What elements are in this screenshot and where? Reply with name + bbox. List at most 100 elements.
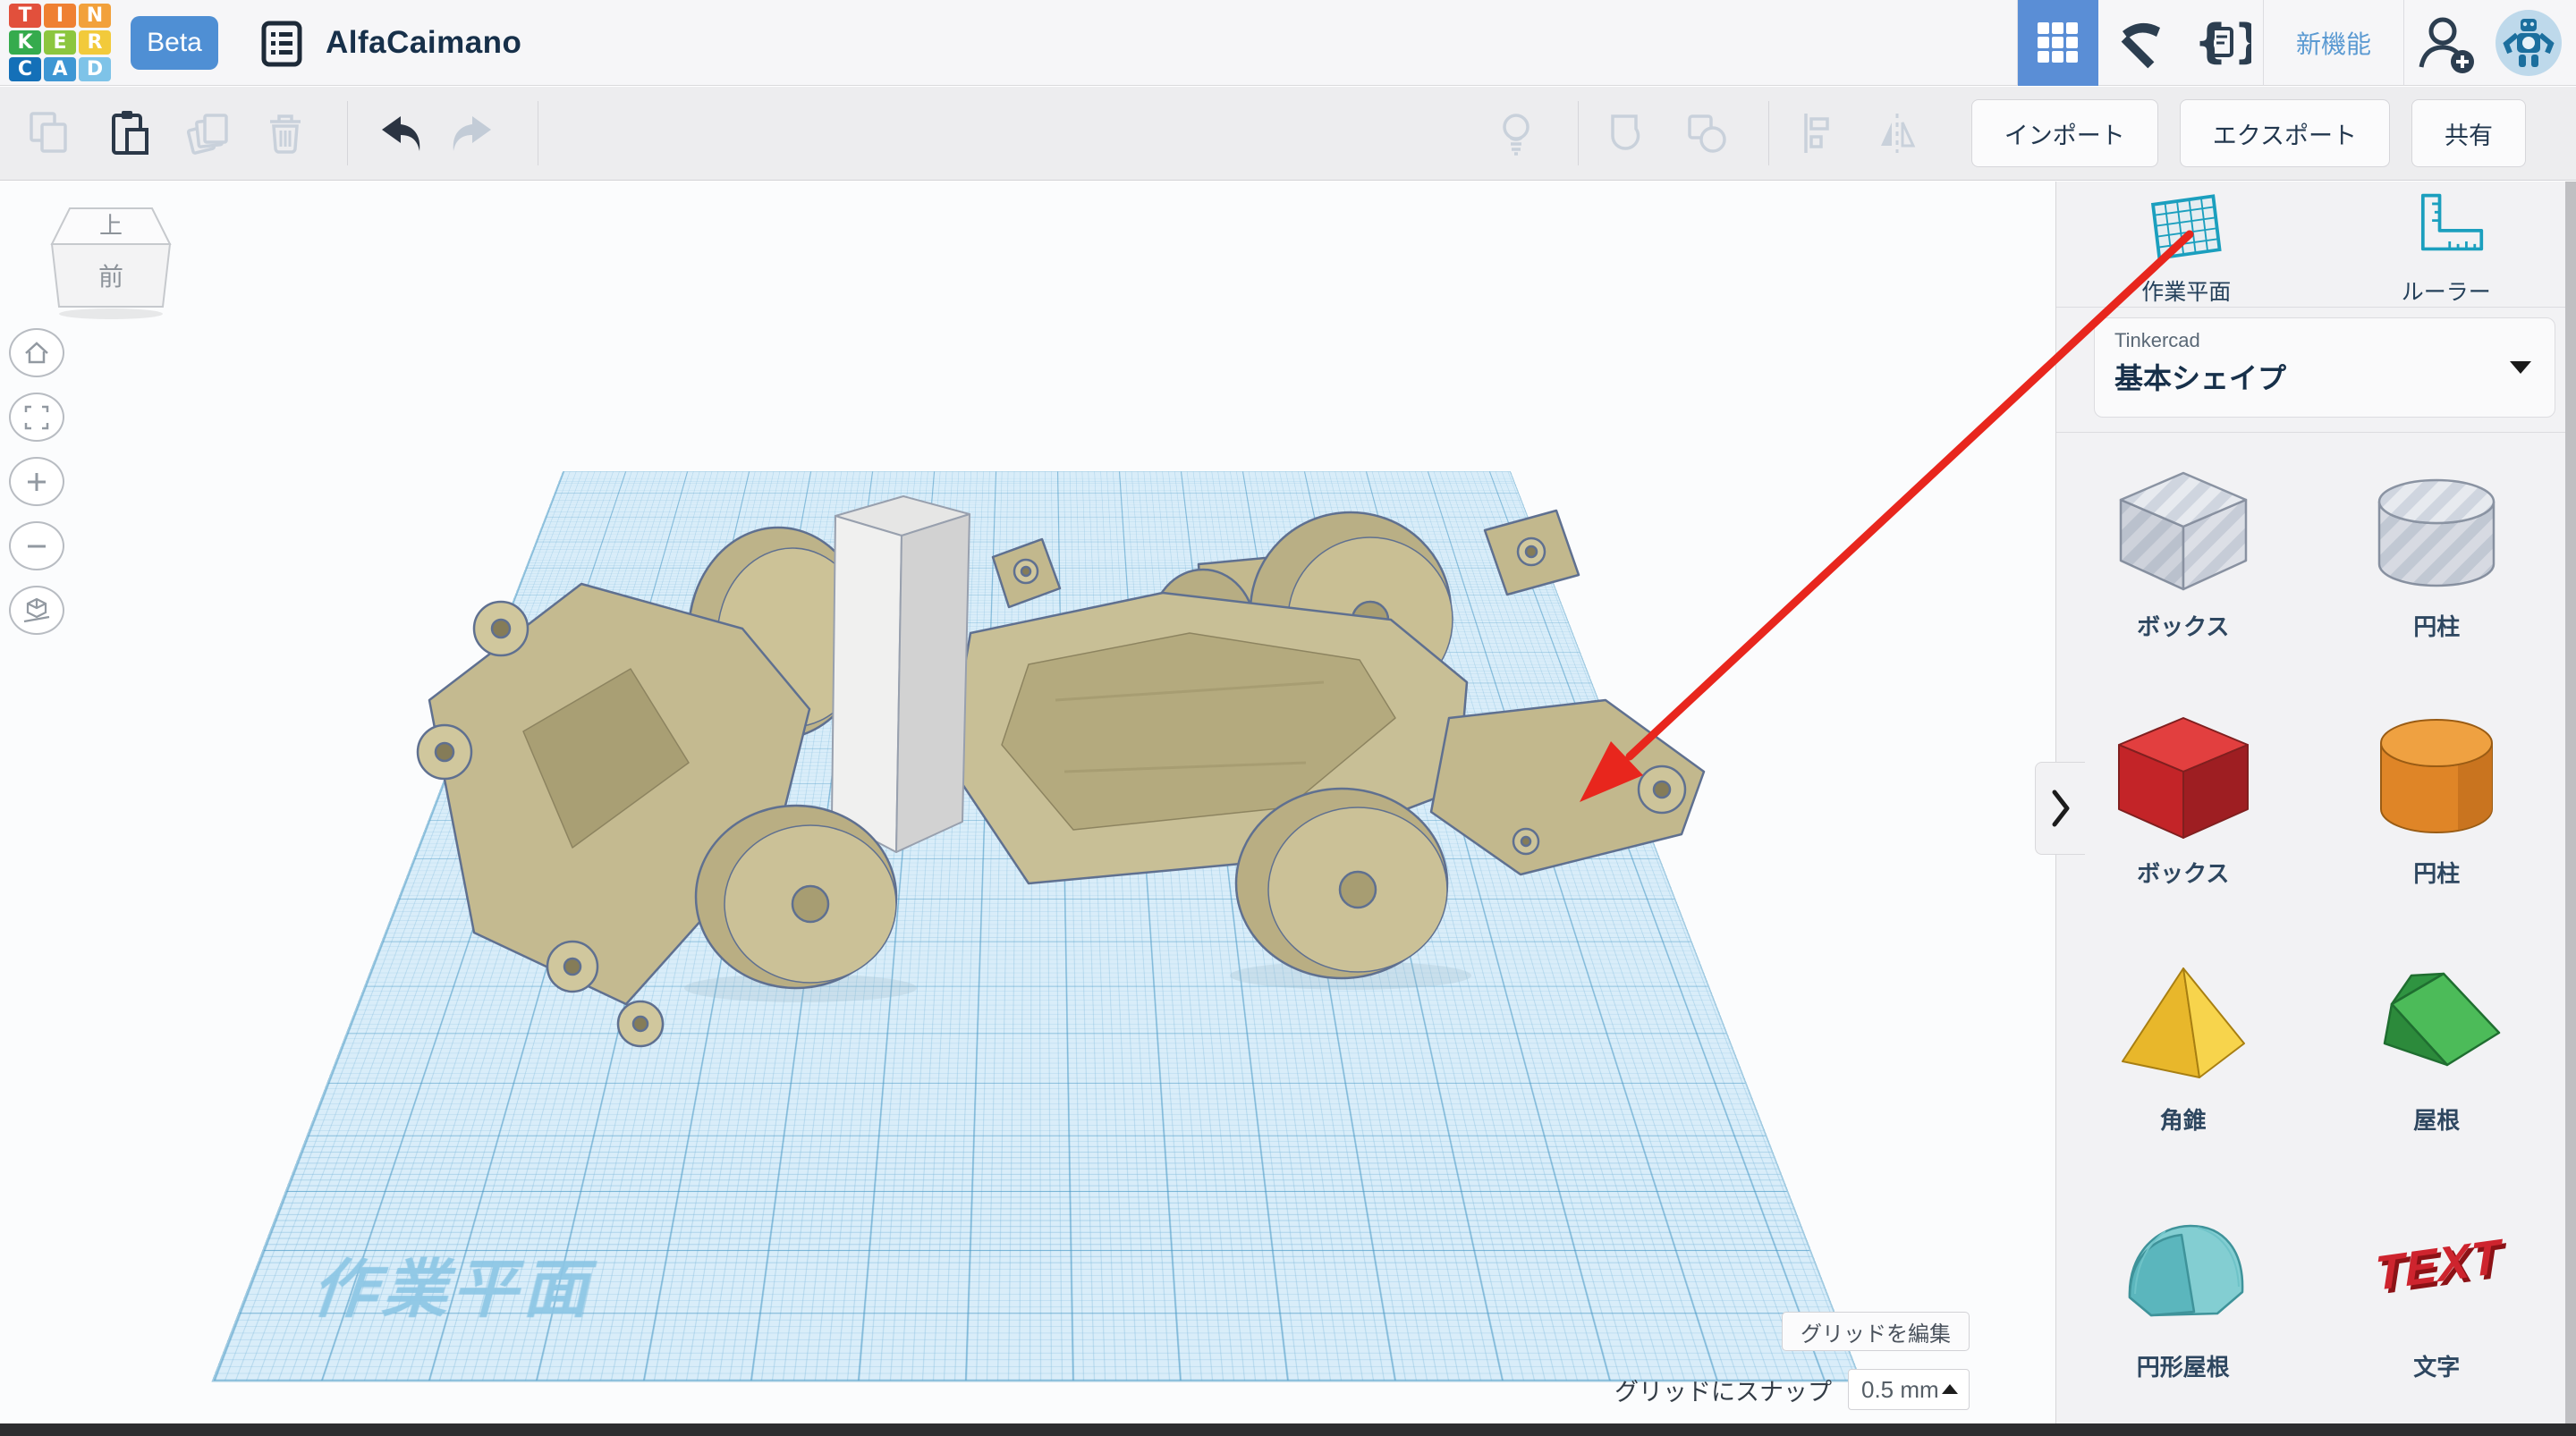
shape-label: 円柱 [2413, 856, 2460, 889]
box-hole-icon [2112, 464, 2255, 598]
redo-icon [450, 107, 502, 159]
tinkercad-logo[interactable]: TINKERCAD [9, 4, 111, 81]
edit-grid-button[interactable]: グリッドを編集 [1782, 1312, 1970, 1351]
group-icon [1602, 107, 1654, 159]
tinker-mode-button[interactable] [2098, 0, 2181, 86]
shape-cylinder[interactable]: 円柱 [2365, 688, 2508, 934]
robot-avatar-icon [2499, 13, 2558, 72]
workplane-tool[interactable]: 作業平面 [2056, 190, 2317, 307]
ungroup-icon [1681, 107, 1733, 159]
snap-value: 0.5 mm [1861, 1376, 1939, 1404]
svg-text:}: } [2233, 16, 2251, 69]
export-button[interactable]: エクスポート [2180, 99, 2390, 167]
shape-roof[interactable]: 屋根 [2365, 934, 2508, 1181]
new-features-link[interactable]: 新機能 [2264, 25, 2403, 61]
shape-gallery: ボックス 円柱 [2056, 441, 2563, 1423]
divider [1768, 101, 1769, 165]
home-icon [21, 337, 53, 369]
snap-to-grid-label: グリッドにスナップ [1614, 1373, 1832, 1407]
category-name: 基本シェイプ [2114, 356, 2535, 397]
bottom-edge-bar [0, 1423, 2576, 1436]
app-header: TINKERCAD Beta AlfaCaimano [0, 0, 2576, 86]
shape-label: ボックス [2137, 856, 2229, 889]
ruler-icon [2403, 190, 2489, 267]
chevron-down-icon [2510, 361, 2531, 374]
tips-button[interactable] [1490, 107, 1542, 159]
beta-button[interactable]: Beta [131, 16, 218, 70]
logo-tile: A [44, 57, 76, 81]
align-button[interactable] [1792, 107, 1844, 159]
document-title: AlfaCaimano [326, 25, 521, 61]
mirror-icon [1872, 108, 1922, 158]
logo-tile: R [79, 30, 111, 55]
copy-icon [24, 108, 74, 158]
ruler-tool-label: ルーラー [2402, 275, 2491, 307]
lightbulb-icon [1491, 108, 1541, 158]
workplane-grid-icon [2143, 190, 2229, 267]
model-scene[interactable] [0, 182, 2055, 1423]
duplicate-button[interactable] [181, 107, 233, 159]
caret-up-icon [1942, 1384, 1958, 1394]
shape-box-hole[interactable]: ボックス [2112, 441, 2255, 688]
perspective-toggle-button[interactable] [9, 586, 64, 635]
group-button[interactable] [1602, 107, 1654, 159]
pickaxe-icon [2112, 15, 2167, 71]
undo-button[interactable] [371, 107, 423, 159]
white-box [832, 496, 970, 852]
plus-icon [21, 466, 53, 498]
mirror-button[interactable] [1871, 107, 1923, 159]
viewport-3d[interactable]: 作業平面 [0, 182, 2055, 1423]
shape-box[interactable]: ボックス [2112, 688, 2255, 934]
codeblocks-button[interactable]: { } [2181, 0, 2263, 86]
sidebar-tools-row: 作業平面 ルーラー [2056, 182, 2576, 307]
paste-button[interactable] [102, 107, 154, 159]
shape-pyramid[interactable]: 角錐 [2112, 934, 2255, 1181]
perspective-cube-icon [21, 595, 53, 627]
sidebar-collapse-tab[interactable] [2035, 762, 2085, 855]
shape-round-roof[interactable]: 円形屋根 [2112, 1181, 2255, 1423]
design-list-icon[interactable] [259, 18, 306, 68]
shapes-sidebar: 作業平面 ルーラー Tinkercad 基本シェイプ [2055, 182, 2576, 1423]
fit-view-icon [21, 401, 53, 434]
shape-text[interactable]: TEXT TEXT 文字 [2365, 1181, 2508, 1423]
snap-value-select[interactable]: 0.5 mm [1848, 1369, 1970, 1410]
shape-category-dropdown[interactable]: Tinkercad 基本シェイプ [2094, 317, 2555, 418]
logo-tile: K [9, 30, 41, 55]
model-arm-right [1431, 700, 1704, 874]
header-right-group: { } 新機能 [2017, 0, 2576, 85]
view-cube-top-label: 上 [99, 212, 123, 239]
undo-icon [371, 107, 423, 159]
zoom-out-button[interactable] [9, 521, 64, 570]
invite-user-button[interactable] [2404, 0, 2487, 86]
copy-button[interactable] [23, 107, 75, 159]
shape-label: 円柱 [2413, 609, 2460, 642]
home-view-button[interactable] [9, 328, 64, 377]
trash-icon [260, 108, 310, 158]
logo-tile: C [9, 57, 41, 81]
redo-button[interactable] [450, 107, 502, 159]
grid-icon [2038, 22, 2079, 63]
category-brand: Tinkercad [2114, 329, 2535, 352]
code-braces-icon: { } [2192, 16, 2251, 70]
logo-tile: N [79, 4, 111, 28]
avatar[interactable] [2496, 10, 2562, 76]
divider [2056, 307, 2576, 308]
zoom-in-button[interactable] [9, 457, 64, 506]
model-wheel-front-right [1236, 789, 1447, 978]
pyramid-icon [2112, 958, 2255, 1092]
sidebar-scrollbar[interactable] [2565, 182, 2576, 1423]
view-cube[interactable]: 上 前 [48, 203, 174, 328]
ruler-tool[interactable]: ルーラー [2317, 190, 2576, 307]
round-roof-icon [2112, 1204, 2255, 1339]
import-button[interactable]: インポート [1971, 99, 2158, 167]
share-button[interactable]: 共有 [2411, 99, 2526, 167]
fit-view-button[interactable] [9, 393, 64, 442]
minus-icon [21, 530, 53, 562]
view-cube-front-label: 前 [98, 263, 123, 291]
shape-cylinder-hole[interactable]: 円柱 [2365, 441, 2508, 688]
ungroup-button[interactable] [1681, 107, 1733, 159]
dashboard-grid-button[interactable] [2018, 0, 2098, 86]
shape-label: 文字 [2413, 1349, 2460, 1382]
delete-button[interactable] [259, 107, 311, 159]
snap-controls: グリッドにスナップ 0.5 mm [1614, 1369, 1970, 1410]
